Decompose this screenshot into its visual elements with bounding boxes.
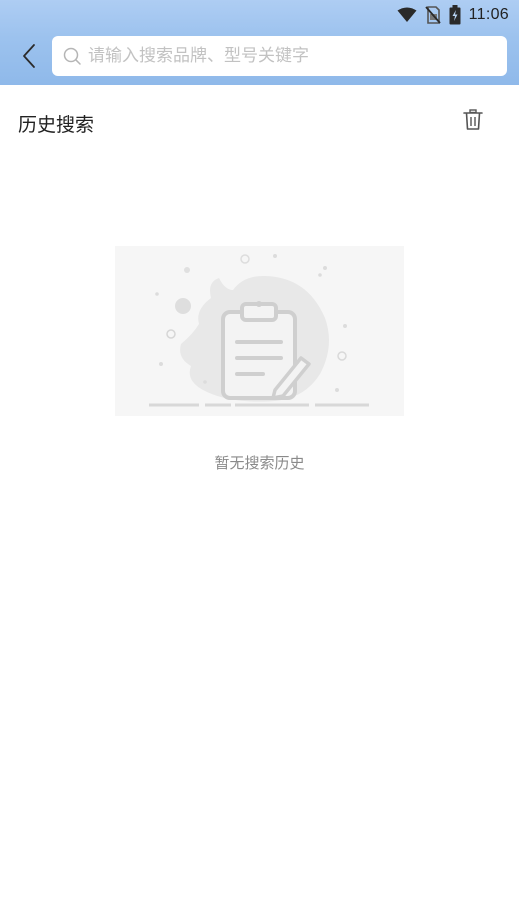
status-bar: 11:06 [0, 0, 519, 30]
clear-history-button[interactable] [460, 106, 486, 134]
no-sim-icon [424, 6, 441, 24]
empty-state-illustration [115, 246, 404, 416]
status-time: 11:06 [468, 6, 509, 23]
history-header: 历史搜索 [0, 100, 519, 144]
search-input[interactable] [88, 39, 488, 73]
clipboard-edit-icon [149, 254, 369, 407]
search-icon [62, 46, 82, 66]
back-button[interactable] [12, 38, 46, 74]
wifi-icon [397, 7, 417, 23]
history-title: 历史搜索 [18, 114, 95, 136]
nav-bar [0, 34, 519, 78]
trash-icon [463, 109, 483, 130]
search-box[interactable] [52, 36, 507, 76]
battery-charging-icon [449, 5, 461, 25]
chevron-left-icon [23, 44, 35, 68]
header-background: 11:06 [0, 0, 519, 85]
empty-state-message: 暂无搜索历史 [214, 454, 305, 472]
